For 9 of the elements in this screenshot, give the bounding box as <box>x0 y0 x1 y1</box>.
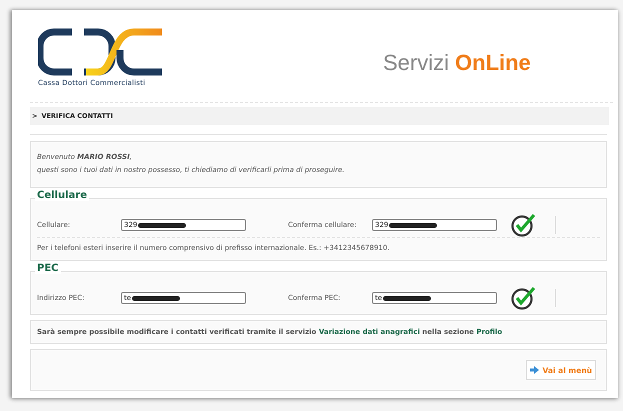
section-heading: PEC <box>35 263 60 274</box>
site-title: Servizi <box>383 50 450 76</box>
redaction-mark <box>389 222 438 228</box>
redaction-mark <box>138 222 186 228</box>
redaction-mark <box>132 296 180 300</box>
redaction-mark <box>383 296 432 300</box>
section-heading: Cellulare <box>35 190 89 201</box>
arrow-icon <box>530 366 539 374</box>
site-title-accent: OnLine <box>455 50 531 76</box>
